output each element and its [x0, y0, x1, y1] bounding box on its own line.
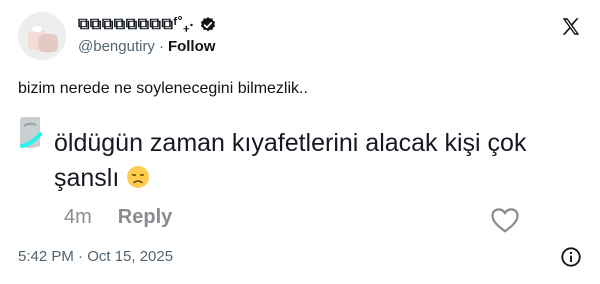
- avatar-shape: [38, 34, 58, 52]
- tweet-footer: 5:42 PM · Oct 15, 2025: [18, 246, 582, 268]
- commenter-avatar[interactable]: [18, 116, 42, 150]
- embedded-comment: öldügün zaman kıyafetlerini alacak kişi …: [18, 116, 582, 236]
- separator-dot: ·: [158, 38, 164, 55]
- x-logo-icon[interactable]: [560, 16, 582, 38]
- handle-row: @bengutiry · Follow: [78, 38, 217, 55]
- tweet-text: bizim nerede ne soylenecegini bilmezlik.…: [18, 80, 308, 97]
- tweet-timestamp[interactable]: 5:42 PM · Oct 15, 2025: [18, 248, 173, 265]
- name-row: ⧉⧉⧉⧉⧉⧉⧉⧉ᶠ˚₊‧: [78, 14, 217, 36]
- heart-icon[interactable]: [490, 206, 520, 234]
- comment-reply-button[interactable]: Reply: [118, 206, 172, 229]
- author-identity: ⧉⧉⧉⧉⧉⧉⧉⧉ᶠ˚₊‧ @bengutiry · Follow: [78, 14, 217, 55]
- comment-text: öldügün zaman kıyafetlerini alacak kişi …: [54, 129, 527, 192]
- comment-text-wrap: öldügün zaman kıyafetlerini alacak kişi …: [54, 126, 582, 196]
- avatar-shape: [32, 26, 42, 32]
- verified-badge-icon: [200, 17, 216, 32]
- info-icon[interactable]: [560, 246, 582, 268]
- author-handle[interactable]: @bengutiry: [78, 38, 155, 55]
- tweet-header: ⧉⧉⧉⧉⧉⧉⧉⧉ᶠ˚₊‧ @bengutiry · Follow: [18, 12, 582, 62]
- comment-meta: 4m Reply: [64, 206, 172, 229]
- comment-time: 4m: [64, 206, 92, 228]
- author-display-name[interactable]: ⧉⧉⧉⧉⧉⧉⧉⧉ᶠ˚₊‧: [78, 16, 194, 34]
- disappointed-face-emoji: [127, 166, 150, 188]
- author-avatar[interactable]: [18, 12, 66, 60]
- follow-button[interactable]: Follow: [168, 38, 216, 55]
